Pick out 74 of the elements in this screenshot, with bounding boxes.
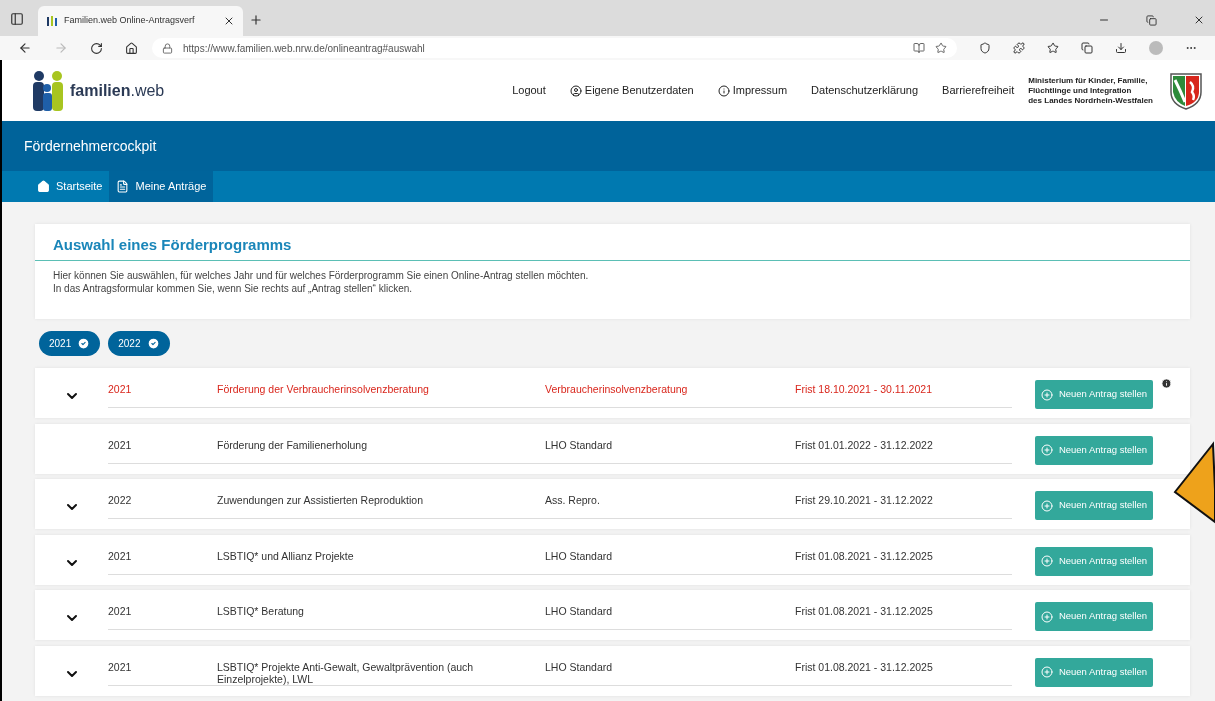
program-year: 2021 <box>108 660 133 673</box>
program-year: 2021 <box>108 438 133 451</box>
lock-icon <box>162 42 173 54</box>
program-type: LHO Standard <box>545 605 614 617</box>
info-icon[interactable] <box>1161 378 1172 389</box>
program-type: LHO Standard <box>545 438 614 451</box>
new-tab-icon[interactable] <box>249 13 263 27</box>
home-icon <box>37 180 50 193</box>
favorites-icon[interactable] <box>1047 42 1059 54</box>
favorite-icon[interactable] <box>935 42 947 54</box>
program-name: LSBTIQ* Projekte Anti-Gewalt, Gewaltprävention (auch Einzelprojekte), LWL <box>217 660 475 685</box>
program-name: LSBTIQ* Beratung <box>217 605 305 617</box>
year-filter-chip[interactable]: 2021 <box>39 331 101 356</box>
program-name: Förderung der Verbraucherinsolvenzberatung <box>217 383 430 395</box>
program-type: Ass. Repro. <box>545 494 601 506</box>
program-name: LSBTIQ* und Allianz Projekte <box>217 549 355 562</box>
intro-text: Hier können Sie auswählen, für welches Jahr und für welches Förderprogramm Sie einen Online-Antrag stellen möchten. In das Antragsformular kommen Sie, wenn Sie rechts auf „Antrag stellen“ klicken. <box>52 269 590 295</box>
header-link[interactable]: Datenschutzerklärung <box>811 82 919 99</box>
download-icon[interactable] <box>1115 42 1127 54</box>
program-year: 2021 <box>108 383 133 395</box>
header-link[interactable]: Barrierefreiheit <box>942 82 1015 99</box>
plus-icon <box>1040 444 1053 456</box>
year-filter-chip[interactable]: 2022 <box>108 331 170 356</box>
collections-icon[interactable] <box>1081 42 1093 54</box>
program-year: 2021 <box>108 549 133 562</box>
check-icon <box>77 337 91 350</box>
program-type: LHO Standard <box>545 660 614 673</box>
address-bar[interactable]: https://www.familien.web.nrw.de/onlineantrag#auswahl <box>152 38 957 58</box>
document-icon <box>116 180 130 193</box>
program-year: 2022 <box>108 494 133 506</box>
restore-icon[interactable] <box>1146 15 1157 26</box>
reload-icon[interactable] <box>90 41 103 55</box>
program-period: Frist 01.01.2022 - 31.12.2022 <box>795 438 933 451</box>
plus-icon <box>1040 555 1053 567</box>
url-text: https://www.familien.web.nrw.de/onlineantrag#auswahl <box>183 41 426 56</box>
check-icon <box>146 337 160 350</box>
header-link[interactable]: Eigene Benutzerdaten <box>569 82 694 99</box>
logo-wordmark: familien.web <box>70 80 165 101</box>
extensions-icon[interactable] <box>1013 42 1025 54</box>
program-type: LHO Standard <box>545 549 614 562</box>
program-period: Frist 01.08.2021 - 31.12.2025 <box>795 660 933 673</box>
plus-icon <box>1040 388 1053 401</box>
plus-icon <box>1040 666 1053 678</box>
home-icon[interactable] <box>125 41 138 55</box>
ministry-name: Ministerium für Kinder, Familie, Flüchtlinge und Integration des Landes Nordrhein-Westfalen <box>1028 75 1153 106</box>
close-tab-icon[interactable] <box>223 15 235 27</box>
banner-title: Fördernehmercockpit <box>24 136 157 156</box>
coat-of-arms-icon <box>1169 71 1203 110</box>
info-icon <box>717 84 730 97</box>
header-link[interactable]: Impressum <box>717 82 788 99</box>
program-year: 2021 <box>108 605 133 617</box>
back-icon[interactable] <box>18 41 32 55</box>
extension-icon[interactable] <box>979 42 991 54</box>
program-name: Förderung der Familienerholung <box>217 438 368 451</box>
family-logo-icon <box>30 69 66 112</box>
program-period: Frist 01.08.2021 - 31.12.2025 <box>795 549 933 562</box>
program-name: Zuwendungen zur Assistierten Reproduktion <box>217 494 425 506</box>
close-window-icon[interactable] <box>1193 14 1205 26</box>
section-title: Auswahl eines Förderprogramms <box>35 224 1190 261</box>
nav-tab[interactable]: Startseite <box>30 171 110 202</box>
tab-title: Familien.web Online-Antragsverf <box>64 14 196 28</box>
plus-icon <box>1040 499 1053 512</box>
program-period: Frist 01.08.2021 - 31.12.2025 <box>795 605 933 617</box>
program-period: Frist 29.10.2021 - 31.12.2022 <box>795 494 933 506</box>
favicon-icon <box>46 15 58 27</box>
browser-tab[interactable]: Familien.web Online-Antragsverf <box>38 6 243 36</box>
plus-icon <box>1040 610 1053 623</box>
program-type: Verbraucherinsolvenzberatung <box>545 383 689 395</box>
program-period: Frist 18.10.2021 - 30.11.2021 <box>795 383 932 395</box>
nav-tab[interactable]: Meine Anträge <box>109 171 214 202</box>
header-link[interactable]: Logout <box>512 82 546 99</box>
user-icon <box>569 84 582 97</box>
tab-actions-icon[interactable] <box>10 12 24 26</box>
read-aloud-icon[interactable] <box>913 42 925 54</box>
